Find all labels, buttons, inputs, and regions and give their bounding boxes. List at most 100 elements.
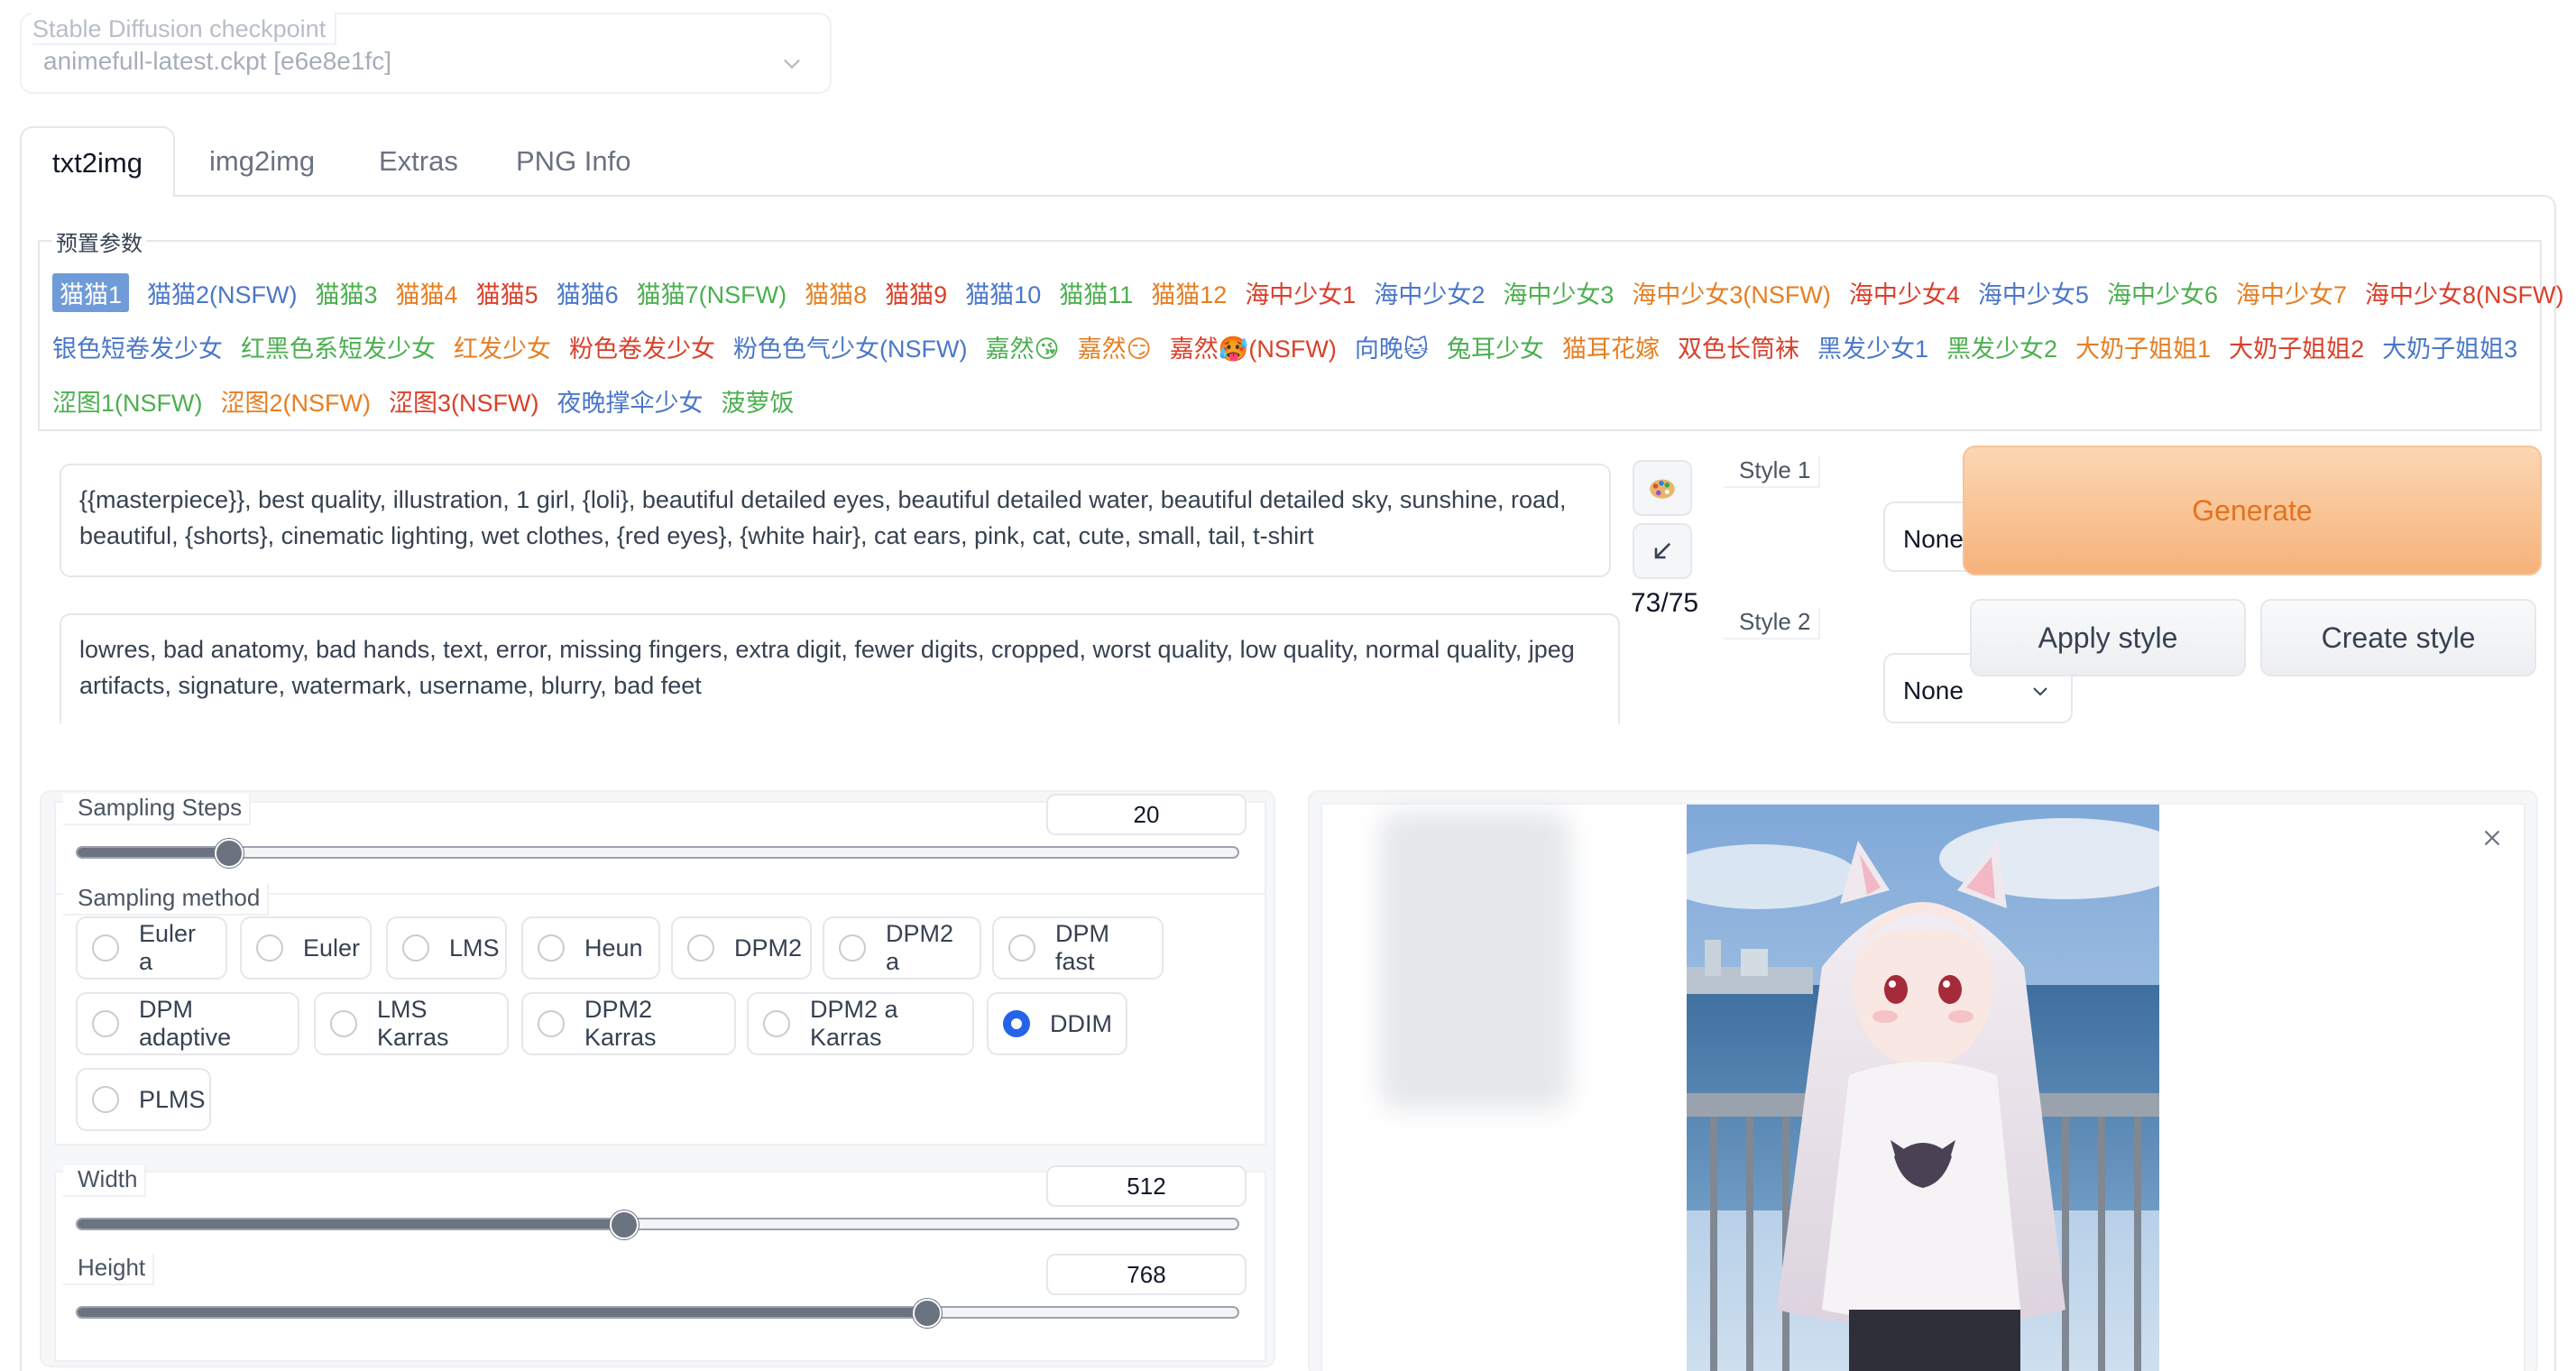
radio-circle[interactable] bbox=[92, 1086, 119, 1113]
sampling-option[interactable]: Heun bbox=[521, 916, 660, 980]
radio-circle[interactable] bbox=[330, 1010, 357, 1037]
radio-circle[interactable] bbox=[839, 934, 866, 962]
preset-chip[interactable]: 大奶子姐姐3 bbox=[2382, 329, 2517, 364]
preset-chip[interactable]: 海中少女3(NSFW) bbox=[1632, 275, 1830, 310]
preset-chip[interactable]: 涩图2(NSFW) bbox=[220, 383, 370, 419]
sampling-option[interactable]: Euler bbox=[240, 916, 372, 980]
preset-chip[interactable]: 猫耳花嫁 bbox=[1562, 329, 1660, 364]
sampling-option[interactable]: LMS Karras bbox=[314, 992, 509, 1055]
height-input[interactable]: 768 bbox=[1046, 1254, 1247, 1295]
radio-circle[interactable] bbox=[763, 1010, 790, 1037]
preset-chip[interactable]: 海中少女5 bbox=[1978, 275, 2089, 310]
sampling-option[interactable]: Euler a bbox=[76, 916, 227, 980]
width-label: Width bbox=[63, 1165, 147, 1197]
sampling-steps-label: Sampling Steps bbox=[63, 794, 252, 825]
preset-chip[interactable]: 猫猫3 bbox=[316, 275, 378, 310]
generate-button[interactable]: Generate bbox=[1963, 446, 2542, 575]
blurred-thumbnail[interactable] bbox=[1380, 812, 1569, 1109]
read-last-params-button[interactable] bbox=[1633, 523, 1692, 579]
preset-chip[interactable]: 嘉然😏 bbox=[1078, 329, 1152, 364]
negative-prompt-textarea[interactable]: lowres, bad anatomy, bad hands, text, er… bbox=[60, 613, 1620, 723]
preset-chip[interactable]: 向晚🐱 bbox=[1355, 329, 1429, 364]
sampling-option[interactable]: DDIM bbox=[987, 992, 1127, 1055]
slider-thumb[interactable] bbox=[913, 1299, 942, 1328]
preset-chip[interactable]: 海中少女7 bbox=[2236, 275, 2347, 310]
radio-circle[interactable] bbox=[1003, 1010, 1030, 1037]
chevron-down-icon bbox=[784, 59, 800, 69]
preset-row: 涩图1(NSFW) 涩图2(NSFW) 涩图3(NSFW) 夜晚撑伞少女 菠萝饭 bbox=[52, 373, 2524, 428]
preset-chip[interactable]: 猫猫10 bbox=[965, 275, 1041, 310]
prompt-textarea[interactable]: {{masterpiece}}, best quality, illustrat… bbox=[60, 464, 1611, 577]
preset-chip[interactable]: 夜晚撑伞少女 bbox=[557, 383, 703, 419]
preset-chip[interactable]: 猫猫1 bbox=[52, 272, 130, 312]
close-icon[interactable] bbox=[2479, 824, 2506, 851]
radio-circle[interactable] bbox=[256, 934, 283, 962]
radio-circle[interactable] bbox=[92, 1010, 119, 1037]
preset-chip[interactable]: 海中少女6 bbox=[2107, 275, 2218, 310]
tab-txt2img[interactable]: txt2img bbox=[20, 126, 175, 197]
preset-chip[interactable]: 猫猫6 bbox=[557, 275, 619, 310]
preset-chip[interactable]: 猫猫12 bbox=[1151, 275, 1227, 310]
preset-chip[interactable]: 海中少女8(NSFW) bbox=[2365, 275, 2563, 310]
preset-chip[interactable]: 嘉然😘 bbox=[985, 329, 1059, 364]
preset-chip[interactable]: 猫猫8 bbox=[805, 275, 867, 310]
preset-chip[interactable]: 涩图1(NSFW) bbox=[52, 383, 202, 419]
preset-chip[interactable]: 黑发少女2 bbox=[1946, 329, 2057, 364]
preset-chip[interactable]: 大奶子姐姐1 bbox=[2075, 329, 2211, 364]
tab-extras[interactable]: Extras bbox=[352, 126, 485, 197]
sampling-option[interactable]: DPM2 a bbox=[823, 916, 981, 980]
tab-img2img[interactable]: img2img bbox=[182, 126, 342, 197]
tab-png-info[interactable]: PNG Info bbox=[489, 126, 658, 197]
generated-image[interactable] bbox=[1687, 805, 2159, 1371]
preset-chip[interactable]: 涩图3(NSFW) bbox=[389, 383, 538, 419]
width-input[interactable]: 512 bbox=[1046, 1165, 1247, 1207]
preset-chip[interactable]: 兔耳少女 bbox=[1447, 329, 1544, 364]
slider-fill bbox=[78, 1219, 624, 1228]
height-slider[interactable] bbox=[76, 1299, 1239, 1328]
preset-chip[interactable]: 黑发少女1 bbox=[1817, 329, 1928, 364]
sampling-option[interactable]: PLMS bbox=[76, 1068, 211, 1131]
preset-chip[interactable]: 银色短卷发少女 bbox=[52, 329, 223, 364]
height-label: Height bbox=[63, 1254, 155, 1285]
preset-chip[interactable]: 猫猫9 bbox=[885, 275, 947, 310]
preset-chip[interactable]: 猫猫7(NSFW) bbox=[637, 275, 787, 310]
sampling-option-label: DPM2 a bbox=[886, 920, 954, 975]
preset-chip[interactable]: 粉色色气少女(NSFW) bbox=[733, 329, 967, 364]
width-slider[interactable] bbox=[76, 1210, 1239, 1239]
apply-style-button[interactable]: Apply style bbox=[1970, 599, 2246, 676]
preset-chip[interactable]: 猫猫11 bbox=[1059, 275, 1133, 310]
preset-chip[interactable]: 海中少女4 bbox=[1849, 275, 1960, 310]
preset-chip[interactable]: 猫猫4 bbox=[396, 275, 458, 310]
sampling-option[interactable]: DPM2 bbox=[671, 916, 812, 980]
slider-thumb[interactable] bbox=[610, 1210, 639, 1239]
preset-chip[interactable]: 菠萝饭 bbox=[721, 383, 794, 419]
radio-circle[interactable] bbox=[538, 1010, 565, 1037]
radio-circle[interactable] bbox=[92, 934, 119, 962]
paste-params-button[interactable] bbox=[1633, 460, 1692, 516]
preset-chip[interactable]: 海中少女3 bbox=[1503, 275, 1614, 310]
preset-chip[interactable]: 猫猫2(NSFW) bbox=[147, 275, 297, 310]
radio-circle[interactable] bbox=[687, 934, 714, 962]
preset-chip[interactable]: 红黑色系短发少女 bbox=[241, 329, 436, 364]
preset-chip[interactable]: 海中少女2 bbox=[1374, 275, 1485, 310]
preset-chip[interactable]: 嘉然🥵(NSFW) bbox=[1170, 329, 1337, 364]
arrow-down-left-icon bbox=[1654, 542, 1671, 559]
create-style-button[interactable]: Create style bbox=[2260, 599, 2536, 676]
sampling-option[interactable]: DPM fast bbox=[992, 916, 1164, 980]
sampling-option[interactable]: LMS bbox=[386, 916, 507, 980]
sampling-option[interactable]: DPM adaptive bbox=[76, 992, 299, 1055]
radio-circle[interactable] bbox=[538, 934, 565, 962]
radio-circle[interactable] bbox=[402, 934, 429, 962]
sampling-steps-input[interactable]: 20 bbox=[1046, 794, 1247, 835]
preset-chip[interactable]: 猫猫5 bbox=[476, 275, 538, 310]
slider-thumb[interactable] bbox=[215, 839, 244, 868]
sampling-option[interactable]: DPM2 a Karras bbox=[747, 992, 974, 1055]
radio-circle[interactable] bbox=[1008, 934, 1035, 962]
preset-chip[interactable]: 粉色卷发少女 bbox=[569, 329, 715, 364]
sampling-option[interactable]: DPM2 Karras bbox=[521, 992, 736, 1055]
sampling-steps-slider[interactable] bbox=[76, 839, 1239, 868]
preset-chip[interactable]: 红发少女 bbox=[454, 329, 551, 364]
preset-chip[interactable]: 海中少女1 bbox=[1245, 275, 1356, 310]
preset-chip[interactable]: 大奶子姐姐2 bbox=[2229, 329, 2364, 364]
preset-chip[interactable]: 双色长筒袜 bbox=[1678, 329, 1799, 364]
